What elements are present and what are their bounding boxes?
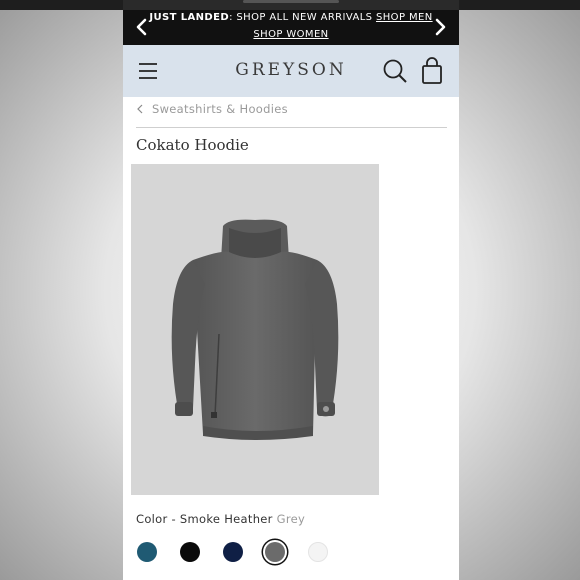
breadcrumb-back-icon — [137, 104, 143, 114]
product-image[interactable] — [131, 164, 379, 495]
shop-women-link[interactable]: SHOP WOMEN — [253, 29, 328, 40]
breadcrumb[interactable]: Sweatshirts & Hoodies — [136, 101, 288, 117]
swatch-teal[interactable] — [137, 542, 157, 562]
shop-men-link[interactable]: SHOP MEN — [376, 12, 433, 23]
status-strip — [123, 0, 459, 10]
hoodie-image — [171, 219, 339, 440]
swatch-smoke-heather-grey[interactable] — [265, 542, 285, 562]
divider — [136, 127, 447, 128]
color-suffix: Grey — [272, 512, 306, 526]
chevron-right-icon[interactable] — [431, 16, 449, 38]
shopping-bag-icon[interactable] — [421, 57, 443, 85]
mobile-page: JUST LANDED: SHOP ALL NEW ARRIVALS SHOP … — [123, 0, 459, 580]
brand-logo[interactable]: GREYSON — [193, 60, 389, 80]
promo-text: : SHOP ALL NEW ARRIVALS — [229, 12, 377, 23]
color-label: Color - Smoke Heather Grey — [136, 512, 305, 526]
breadcrumb-label: Sweatshirts & Hoodies — [152, 102, 288, 116]
promo-lead: JUST LANDED — [149, 12, 230, 23]
color-name: Smoke Heather — [179, 512, 273, 526]
color-prefix: Color - — [136, 512, 180, 526]
product-title: Cokato Hoodie — [136, 136, 249, 154]
search-icon[interactable] — [382, 58, 408, 84]
swatch-navy[interactable] — [223, 542, 243, 562]
swatch-white[interactable] — [308, 542, 328, 562]
promo-line: JUST LANDED: SHOP ALL NEW ARRIVALS SHOP … — [123, 12, 459, 23]
hamburger-menu-icon[interactable] — [137, 60, 159, 82]
site-header: GREYSON — [123, 45, 459, 97]
promo-banner: JUST LANDED: SHOP ALL NEW ARRIVALS SHOP … — [123, 10, 459, 45]
swatch-black[interactable] — [180, 542, 200, 562]
